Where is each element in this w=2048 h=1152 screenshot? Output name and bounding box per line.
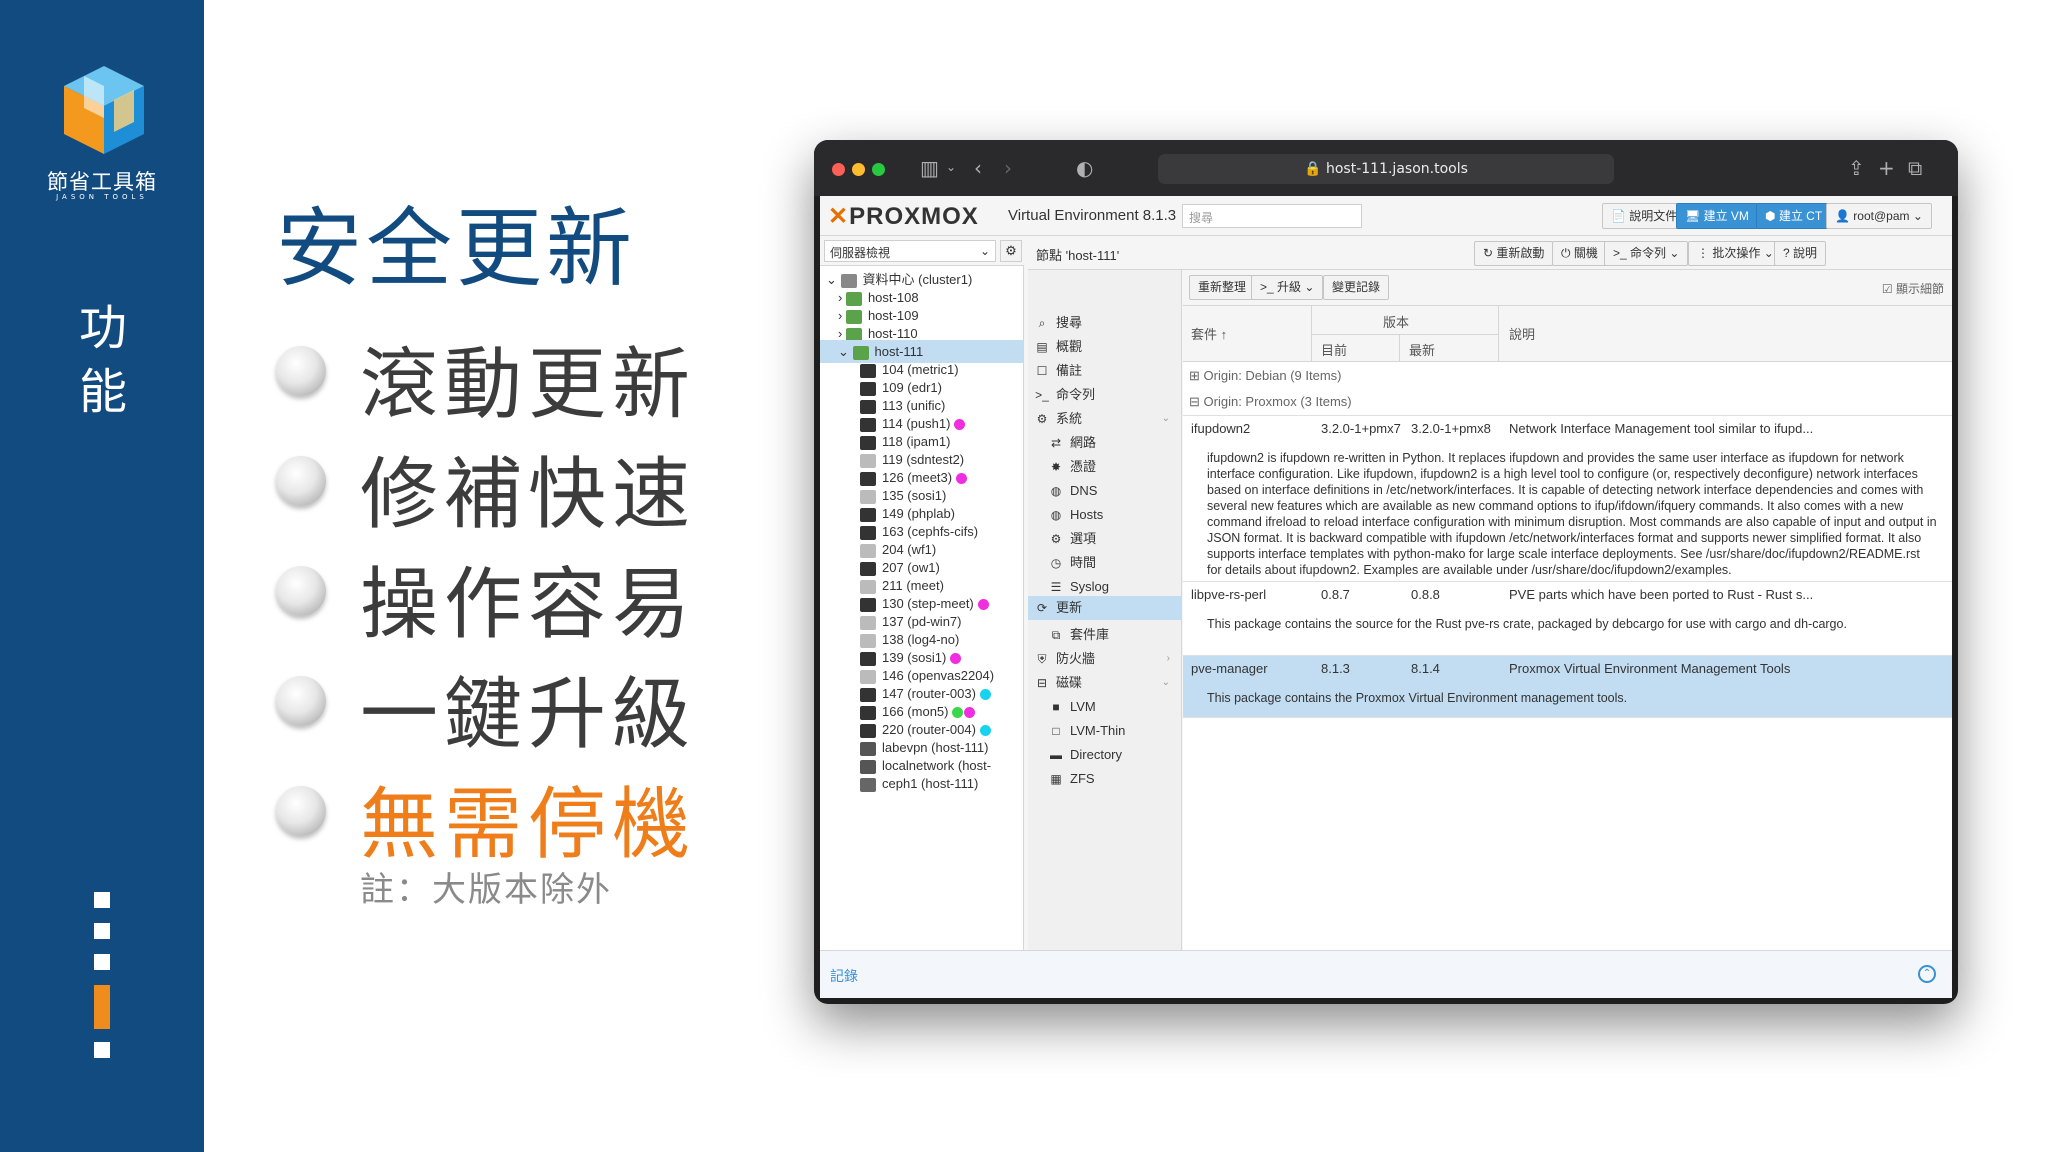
bullet-ball-icon <box>276 786 326 836</box>
show-details-checkbox[interactable]: ☑ 顯示細節 <box>1882 280 1944 297</box>
bullet-text: 滾動更新 <box>360 340 697 430</box>
grid-icon: ▦ <box>1050 772 1062 786</box>
shield-icon[interactable]: ◐ <box>1076 156 1093 180</box>
bullet-item: 修補快速 <box>276 428 756 540</box>
progress-dot-active <box>94 985 110 1029</box>
refresh-button[interactable]: 重新整理 <box>1189 275 1256 300</box>
progress-dot <box>94 892 110 908</box>
browser-window: ▥ ⌄ ‹ › ◐ 🔒 host-111.jason.tools ⇪ + ⧉ ✕… <box>814 140 1958 1004</box>
cube-logo-icon <box>64 66 144 154</box>
col-current[interactable]: 目前 <box>1321 340 1347 359</box>
proxmox-app: ✕PROXMOX Virtual Environment 8.1.3 搜尋 📄 … <box>820 196 1952 998</box>
refresh-icon: ⟳ <box>1036 601 1048 615</box>
sidebar-toggle-icon[interactable]: ▥ <box>920 156 939 180</box>
package-detail: ifupdown2 is ifupdown re-written in Pyth… <box>1207 451 1937 577</box>
back-icon[interactable]: ‹ <box>974 156 982 180</box>
progress-dot <box>94 954 110 970</box>
reboot-button[interactable]: ↻ 重新啟動 <box>1474 241 1554 266</box>
pve-topbar: ✕PROXMOX Virtual Environment 8.1.3 搜尋 📄 … <box>820 196 1952 236</box>
chevron-down-icon[interactable]: ⌄ <box>946 160 956 174</box>
package-detail: This package contains the source for the… <box>1207 617 1847 631</box>
bullet-text: 操作容易 <box>360 560 697 650</box>
resource-tree: ⌄ 資料中心 (cluster1) › host-108 › host-109 … <box>820 266 1024 950</box>
logo-name: 節省工具箱 <box>47 170 157 194</box>
upgrade-button[interactable]: >_ 升級 ⌄ <box>1251 275 1324 300</box>
table-row-selected[interactable]: pve-manager 8.1.3 8.1.4 Proxmox Virtual … <box>1183 656 1952 718</box>
table-row[interactable]: ifupdown2 3.2.0-1+pmx7 3.2.0-1+pmx8 Netw… <box>1183 416 1952 582</box>
updates-panel: 重新整理 >_ 升級 ⌄ 變更記錄 ☑ 顯示細節 套件 ↑ 版本 目前 最新 說… <box>1183 270 1952 950</box>
browser-toolbar: ▥ ⌄ ‹ › ◐ 🔒 host-111.jason.tools ⇪ + ⧉ <box>814 140 1958 196</box>
menu-item-zfs[interactable]: ▦ ZFS <box>1028 764 1182 794</box>
tabs-overview-icon[interactable]: ⧉ <box>1908 156 1922 180</box>
footnote: 註：大版本除外 <box>360 870 612 910</box>
bullet-ball-icon <box>276 676 326 726</box>
node-header: 節點 'host-111' ↻ 重新啟動 ⏻ 關機 >_ 命令列 ⌄ ⋮ 批次操… <box>1028 236 1952 270</box>
bullet-item-highlight: 無需停機 <box>276 758 756 870</box>
tree-header: 伺服器檢視 ⌄ ⚙ <box>820 236 1024 266</box>
slide-title: 安全更新 <box>276 199 636 299</box>
bullet-ball-icon <box>276 346 326 396</box>
view-select[interactable]: 伺服器檢視 ⌄ <box>824 240 996 262</box>
col-description[interactable]: 說明 <box>1509 324 1535 343</box>
bullet-item: 一鍵升級 <box>276 648 756 760</box>
progress-dot <box>94 923 110 939</box>
bullet-text: 一鍵升級 <box>360 670 697 760</box>
address-bar[interactable]: 🔒 host-111.jason.tools <box>1158 154 1614 184</box>
rail-title: 功能 <box>78 300 127 420</box>
tree-item-storage[interactable]: ceph1 (host-111) <box>820 772 1023 795</box>
forward-icon[interactable]: › <box>1004 156 1012 180</box>
table-header: 套件 ↑ 版本 目前 最新 說明 <box>1183 306 1952 362</box>
docs-button[interactable]: 📄 說明文件 <box>1602 203 1687 229</box>
col-package[interactable]: 套件 ↑ <box>1191 324 1227 343</box>
logo-subtitle: JASON TOOLS <box>56 193 148 201</box>
group-proxmox[interactable]: ⊟ Origin: Proxmox (3 Items) <box>1183 388 1952 416</box>
bullet-item: 滾動更新 <box>276 318 756 430</box>
col-latest[interactable]: 最新 <box>1409 340 1435 359</box>
bullet-ball-icon <box>276 566 326 616</box>
pve-version: Virtual Environment 8.1.3 <box>1008 207 1177 224</box>
shutdown-button[interactable]: ⏻ 關機 <box>1552 241 1607 266</box>
col-version: 版本 <box>1383 315 1410 330</box>
node-menu: ⌕ 搜尋 ▤ 概觀 ☐ 備註 >_ 命令列 ⚙ 系統 ⌄ ⇄ 網路 ✸ 憑證 ◍ DNS ◍ Hos… <box>1028 270 1182 950</box>
updates-toolbar: 重新整理 >_ 升級 ⌄ 變更記錄 ☑ 顯示細節 <box>1183 270 1952 306</box>
gear-icon[interactable]: ⚙ <box>1000 240 1022 262</box>
proxmox-logo: ✕PROXMOX <box>828 203 979 230</box>
group-debian[interactable]: ⊞ Origin: Debian (9 Items) <box>1183 362 1952 390</box>
log-panel: 記錄 ⌃ <box>820 950 1952 998</box>
side-rail: 節省工具箱 JASON TOOLS 功能 <box>0 0 204 1152</box>
bullet-item: 操作容易 <box>276 538 756 650</box>
share-icon[interactable]: ⇪ <box>1848 156 1865 180</box>
minimize-window-button[interactable] <box>852 163 865 176</box>
bullet-text: 無需停機 <box>360 780 697 870</box>
bullet-ball-icon <box>276 456 326 506</box>
menu-item-updates[interactable]: ⟳ 更新 <box>1028 596 1182 620</box>
zoom-window-button[interactable] <box>872 163 885 176</box>
search-input[interactable]: 搜尋 <box>1182 204 1362 228</box>
close-window-button[interactable] <box>832 163 845 176</box>
console-button[interactable]: >_ 命令列 ⌄ <box>1604 241 1689 266</box>
url-text: host-111.jason.tools <box>1325 161 1468 177</box>
new-tab-icon[interactable]: + <box>1878 156 1895 180</box>
bulk-actions-button[interactable]: ⋮ 批次操作 ⌄ <box>1688 241 1783 266</box>
progress-dots <box>94 892 110 1073</box>
help-button[interactable]: ? 說明 <box>1774 241 1827 266</box>
table-row[interactable]: libpve-rs-perl 0.8.7 0.8.8 PVE parts whi… <box>1183 582 1952 656</box>
expand-icon[interactable]: ⌃ <box>1918 965 1936 983</box>
log-label[interactable]: 記錄 <box>830 966 858 986</box>
create-ct-button[interactable]: ⬢ 建立 CT <box>1756 203 1832 229</box>
changelog-button[interactable]: 變更記錄 <box>1323 275 1390 300</box>
create-vm-button[interactable]: 🖥 建立 VM <box>1676 203 1758 229</box>
user-menu-button[interactable]: 👤 root@pam ⌄ <box>1826 203 1932 229</box>
node-title: 節點 'host-111' <box>1036 248 1120 263</box>
package-detail: This package contains the Proxmox Virtua… <box>1207 691 1628 705</box>
progress-dot <box>94 1042 110 1058</box>
bullet-text: 修補快速 <box>360 450 697 540</box>
